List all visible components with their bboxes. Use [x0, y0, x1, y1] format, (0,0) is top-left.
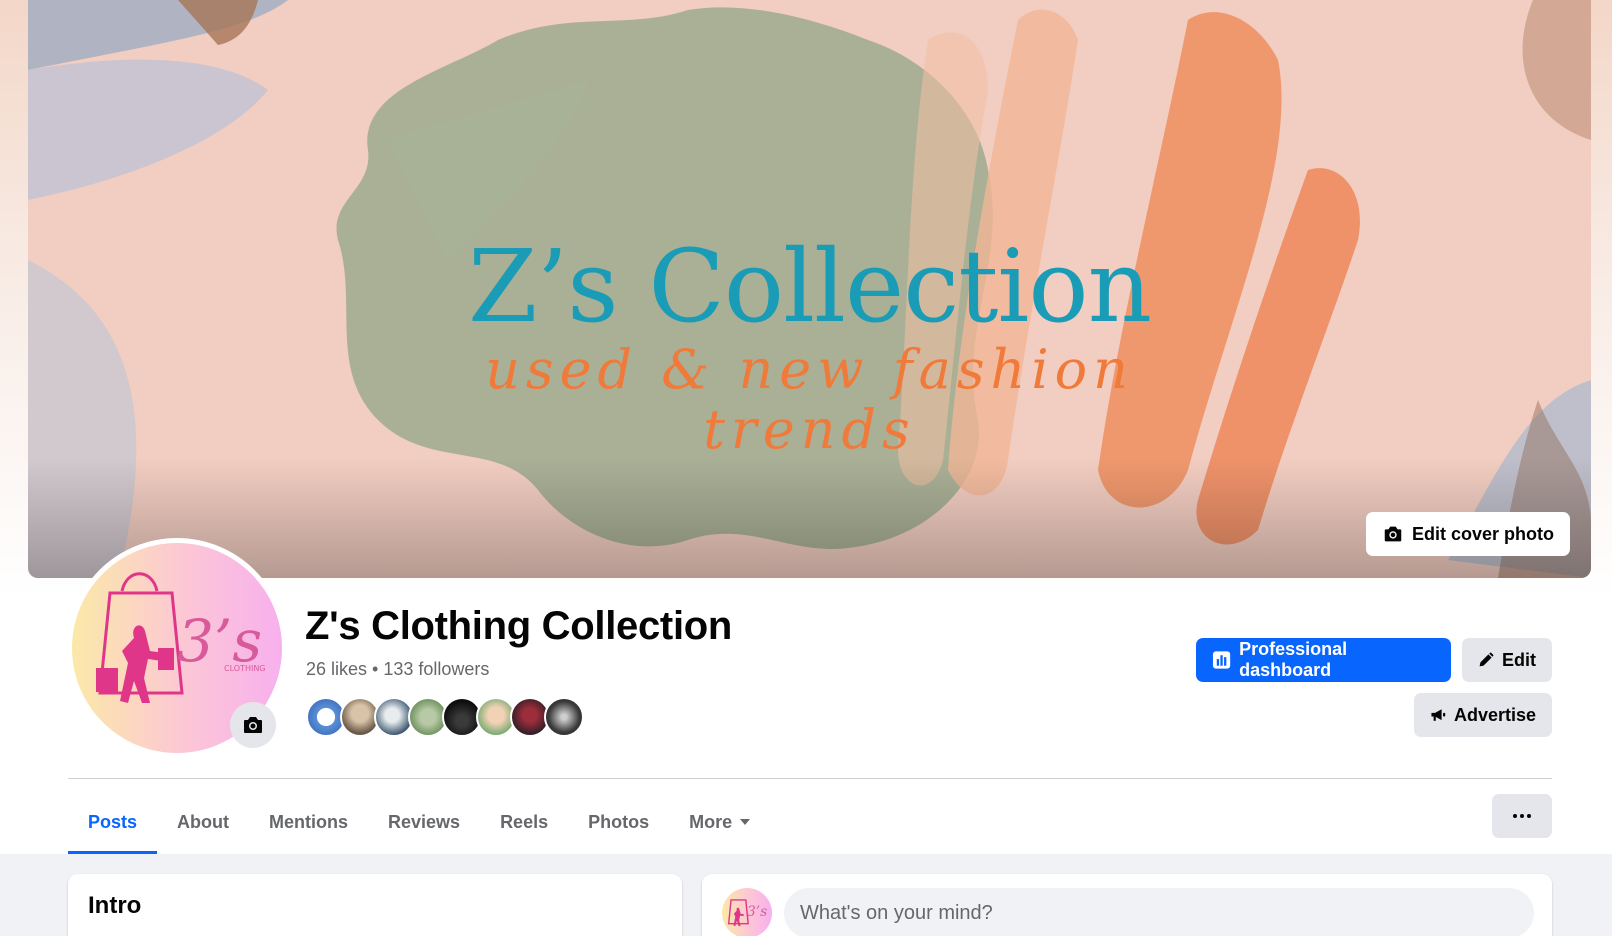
tab-mentions[interactable]: Mentions: [249, 790, 368, 854]
page-header-area: Z’s Collection used & new fashion trends…: [0, 0, 1612, 854]
tab-reviews[interactable]: Reviews: [368, 790, 480, 854]
update-profile-picture-button[interactable]: [230, 702, 276, 748]
page-likes-followers[interactable]: 26 likes • 133 followers: [306, 659, 489, 680]
tab-reels[interactable]: Reels: [480, 790, 568, 854]
tab-about[interactable]: About: [157, 790, 249, 854]
camera-icon: [1384, 526, 1402, 542]
header-divider: [68, 778, 1552, 779]
tab-label: About: [177, 811, 230, 832]
tab-label: Reels: [500, 811, 549, 832]
edit-cover-photo-label: Edit cover photo: [1411, 523, 1554, 544]
three-dots-icon: [1513, 814, 1517, 818]
avatar-logo-art: 3’s: [727, 899, 767, 927]
cover-subtitle-line-1: used & new fashion: [485, 338, 1134, 401]
professional-dashboard-label: Professional dashboard: [1239, 639, 1348, 680]
tab-label: Photos: [588, 811, 650, 832]
composer-avatar[interactable]: 3’s: [722, 888, 772, 936]
follower-avatar[interactable]: [544, 697, 584, 737]
tab-photos[interactable]: Photos: [568, 790, 669, 854]
cover-title-text: Z’s Collection: [467, 228, 1152, 345]
cover-subtitle-line-2: trends: [703, 398, 916, 461]
intro-title: Intro: [88, 892, 142, 919]
tab-posts[interactable]: Posts: [68, 790, 158, 854]
megaphone-icon: [1431, 709, 1446, 721]
cover-bottom-shadow: [28, 458, 1591, 578]
camera-icon: [244, 717, 262, 733]
advertise-button[interactable]: Advertise: [1414, 693, 1552, 737]
more-options-button[interactable]: [1492, 794, 1552, 838]
caret-down-icon: [740, 819, 751, 825]
intro-card: Intro: [68, 874, 682, 936]
tab-label: Reviews: [388, 811, 461, 832]
bar-chart-icon: [1212, 651, 1231, 669]
post-composer: 3’s: [702, 874, 1552, 936]
professional-dashboard-button[interactable]: Professional dashboard: [1196, 638, 1451, 682]
tab-label: Mentions: [269, 811, 349, 832]
tab-more[interactable]: More: [669, 790, 770, 854]
svg-text:3’s: 3’s: [747, 904, 767, 920]
advertise-label: Advertise: [1453, 704, 1536, 725]
pencil-icon: [1479, 652, 1494, 667]
tab-label: Posts: [88, 811, 138, 832]
page-title: Z's Clothing Collection: [305, 604, 733, 648]
avatar-logo-small: CLOTHING: [224, 664, 266, 673]
edit-page-label: Edit: [1502, 649, 1536, 670]
tab-label: More: [689, 811, 733, 832]
cover-photo[interactable]: Z’s Collection used & new fashion trends: [28, 0, 1591, 578]
profile-tabs: Posts About Mentions Reviews Reels Photo…: [68, 790, 770, 854]
whats-on-your-mind-input[interactable]: [784, 888, 1534, 936]
edit-cover-photo-button[interactable]: Edit cover photo: [1365, 512, 1570, 556]
follower-avatars[interactable]: [306, 697, 606, 737]
edit-page-button[interactable]: Edit: [1462, 638, 1552, 682]
